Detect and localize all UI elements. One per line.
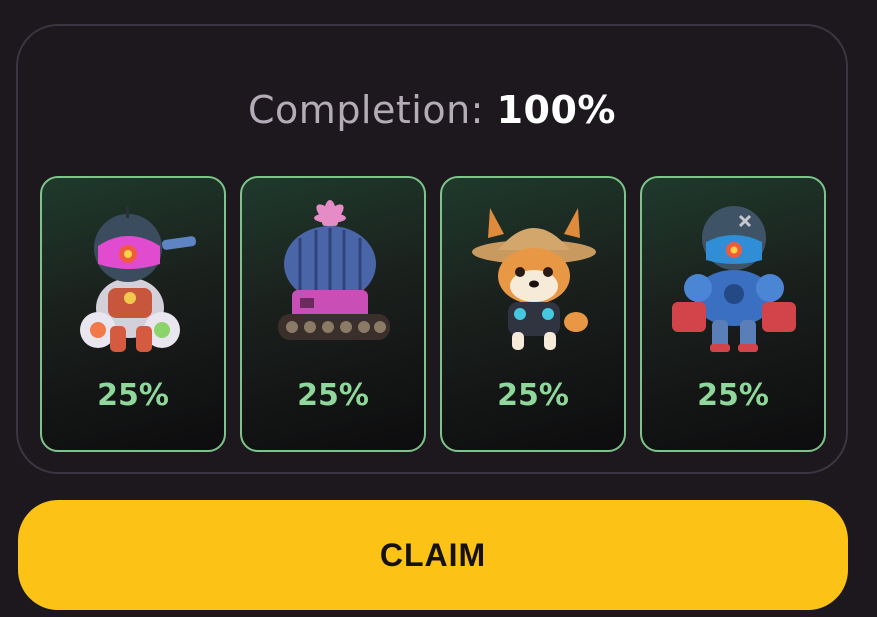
completion-panel: Completion: 100% 25% 25% 25% 25% [16,24,848,474]
blue-armored-robot-icon [672,206,796,352]
completion-label: Completion: [248,88,484,132]
completion-text: Completion: 100% [18,88,846,132]
cactus-tank-icon [278,200,390,340]
card-percent: 25% [97,378,169,413]
card-percent: 25% [697,378,769,413]
character-card-3[interactable]: 25% [440,176,626,452]
completion-value: 100% [496,88,616,132]
claim-button[interactable]: CLAIM [18,500,848,610]
character-card-4[interactable]: 25% [640,176,826,452]
character-cards: 25% 25% 25% 25% [40,176,830,456]
shiba-dog-straw-hat-icon [472,208,596,350]
character-card-2[interactable]: 25% [240,176,426,452]
card-percent: 25% [297,378,369,413]
character-card-1[interactable]: 25% [40,176,226,452]
card-percent: 25% [497,378,569,413]
astronaut-robot-icon [80,206,197,352]
